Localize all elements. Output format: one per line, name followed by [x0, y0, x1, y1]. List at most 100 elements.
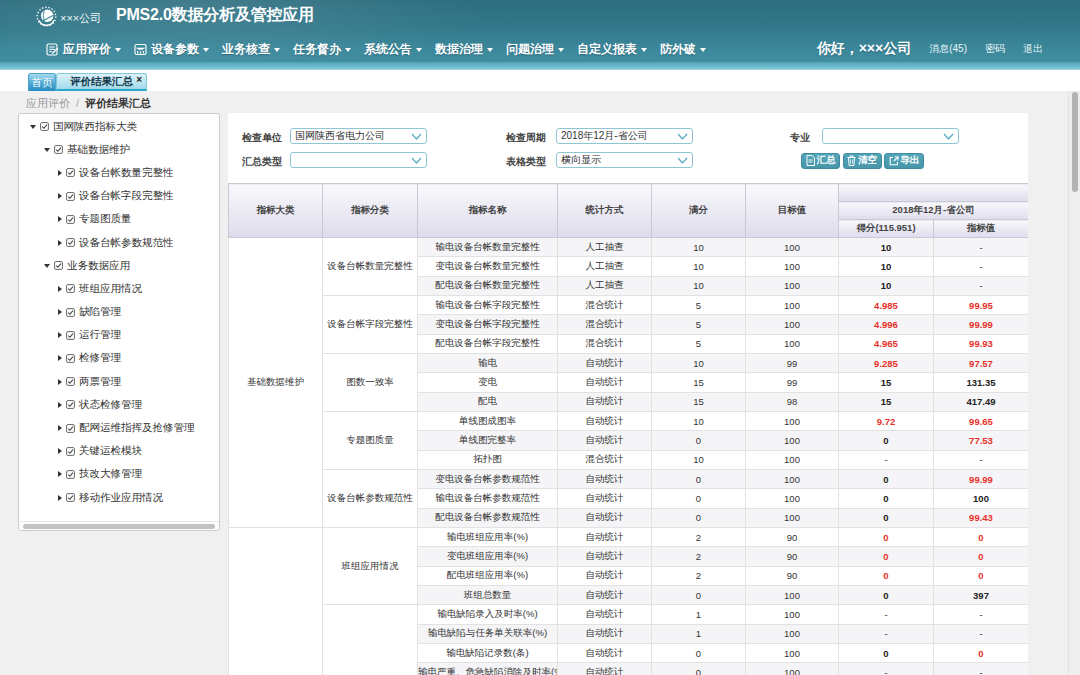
collapse-arrow-icon[interactable]	[58, 309, 62, 315]
collapse-arrow-icon[interactable]	[58, 216, 62, 222]
vertical-scrollbar[interactable]	[1068, 91, 1080, 675]
checkbox-checked-icon[interactable]	[66, 493, 75, 502]
expand-arrow-icon[interactable]	[30, 125, 36, 129]
checkbox-checked-icon[interactable]	[66, 331, 75, 340]
nav-item-5[interactable]: 数据治理	[435, 41, 493, 58]
nav-item-1[interactable]: 设备参数	[134, 41, 209, 58]
breadcrumb-parent[interactable]: 应用评价	[26, 97, 70, 109]
checkbox-checked-icon[interactable]	[66, 400, 75, 409]
collapse-arrow-icon[interactable]	[58, 425, 62, 431]
collapse-arrow-icon[interactable]	[58, 495, 62, 501]
stat-method: 自动统计	[558, 469, 652, 488]
indicator-value: 99.95	[934, 295, 1029, 314]
collapse-arrow-icon[interactable]	[58, 193, 62, 199]
filter-select-2[interactable]	[822, 128, 959, 144]
indicator-name: 配电设备台帐数量完整性	[418, 276, 558, 295]
nav-label: 业务核查	[222, 41, 270, 58]
tree-item-16[interactable]: 移动作业应用情况	[19, 486, 219, 509]
vertical-scrollbar-thumb[interactable]	[1072, 92, 1078, 192]
checkbox-checked-icon[interactable]	[66, 238, 75, 247]
tree-horizontal-scrollbar[interactable]	[19, 521, 219, 530]
clear-button[interactable]: 清空	[843, 153, 882, 169]
tree-item-12[interactable]: 状态检修管理	[19, 393, 219, 416]
tab-close-icon[interactable]: ×	[136, 75, 142, 85]
tree-item-7[interactable]: 班组应用情况	[19, 277, 219, 300]
checkbox-checked-icon[interactable]	[54, 261, 63, 270]
tab-results-summary[interactable]: 评价结果汇总 ×	[56, 73, 147, 91]
tree-item-10[interactable]: 检修管理	[19, 347, 219, 370]
collapse-arrow-icon[interactable]	[58, 240, 62, 246]
nav-item-3[interactable]: 任务督办	[293, 41, 351, 58]
collapse-arrow-icon[interactable]	[58, 286, 62, 292]
nav-label: 设备参数	[151, 41, 199, 58]
checkbox-checked-icon[interactable]	[66, 354, 75, 363]
collapse-arrow-icon[interactable]	[58, 355, 62, 361]
checkbox-checked-icon[interactable]	[66, 447, 75, 456]
filter-select-4[interactable]: 横向显示	[556, 152, 693, 168]
checkbox-checked-icon[interactable]	[40, 122, 49, 131]
tree-item-2[interactable]: 设备台帐数量完整性	[19, 161, 219, 184]
checkbox-checked-icon[interactable]	[66, 284, 75, 293]
checkbox-checked-icon[interactable]	[66, 215, 75, 224]
indicator-name: 配电	[418, 392, 558, 411]
user-link-0[interactable]: 消息(45)	[929, 42, 967, 56]
user-link-1[interactable]: 密码	[985, 42, 1005, 56]
group-cell	[323, 605, 418, 675]
filter-select-1[interactable]: 2018年12月-省公司	[556, 128, 693, 144]
tree-item-3[interactable]: 设备台帐字段完整性	[19, 185, 219, 208]
tree-item-15[interactable]: 技改大修管理	[19, 463, 219, 486]
score-value: -	[839, 450, 934, 469]
checkbox-checked-icon[interactable]	[54, 145, 63, 154]
nav-item-8[interactable]: 防外破	[660, 41, 706, 58]
checkbox-checked-icon[interactable]	[66, 470, 75, 479]
export-button[interactable]: 导出	[884, 153, 924, 169]
checkbox-checked-icon[interactable]	[66, 308, 75, 317]
tree-item-5[interactable]: 设备台帐参数规范性	[19, 231, 219, 254]
indicator-value: 99.99	[934, 315, 1029, 334]
score-value: 10	[839, 257, 934, 276]
tree-item-13[interactable]: 配网运维指挥及抢修管理	[19, 416, 219, 439]
full-score: 0	[652, 431, 746, 450]
tree-scrollbar-thumb[interactable]	[23, 524, 215, 529]
indicator-value: 0	[934, 566, 1029, 585]
nav-item-6[interactable]: 问题治理	[506, 41, 564, 58]
expand-arrow-icon[interactable]	[44, 148, 50, 152]
summarize-button[interactable]: 汇总	[801, 153, 840, 169]
collapse-arrow-icon[interactable]	[58, 471, 62, 477]
collapse-arrow-icon[interactable]	[58, 448, 62, 454]
nav-item-2[interactable]: 业务核查	[222, 41, 280, 58]
tree-item-8[interactable]: 缺陷管理	[19, 301, 219, 324]
tree-item-11[interactable]: 两票管理	[19, 370, 219, 393]
nav-item-4[interactable]: 系统公告	[364, 41, 422, 58]
nav-item-0[interactable]: 应用评价	[46, 41, 121, 58]
tree-item-14[interactable]: 关键运检模块	[19, 440, 219, 463]
tree-item-6[interactable]: 业务数据应用	[19, 254, 219, 277]
expand-arrow-icon[interactable]	[44, 264, 50, 268]
collapse-arrow-icon[interactable]	[58, 379, 62, 385]
indicator-value: 397	[934, 585, 1029, 604]
group-cell: 设备台帐参数规范性	[323, 469, 418, 527]
collapse-arrow-icon[interactable]	[58, 402, 62, 408]
target-value: 90	[746, 547, 839, 566]
collapse-arrow-icon[interactable]	[58, 170, 62, 176]
checkbox-checked-icon[interactable]	[66, 424, 75, 433]
tree-item-0[interactable]: 国网陕西指标大类	[19, 115, 219, 138]
filter-select-0[interactable]: 国网陕西省电力公司	[290, 128, 427, 144]
filter-select-3[interactable]	[290, 152, 427, 168]
checkbox-checked-icon[interactable]	[66, 377, 75, 386]
tree-item-4[interactable]: 专题图质量	[19, 208, 219, 231]
nav-item-7[interactable]: 自定义报表	[577, 41, 647, 58]
score-value: 10	[839, 276, 934, 295]
target-value: 100	[746, 334, 839, 353]
checkbox-checked-icon[interactable]	[66, 192, 75, 201]
tree-item-9[interactable]: 运行管理	[19, 324, 219, 347]
collapse-arrow-icon[interactable]	[58, 332, 62, 338]
group-cell: 班组应用情况	[323, 527, 418, 604]
stat-method: 自动统计	[558, 605, 652, 624]
target-value: 99	[746, 353, 839, 372]
nav-label: 应用评价	[63, 41, 111, 58]
user-link-2[interactable]: 退出	[1023, 42, 1043, 56]
tree-item-1[interactable]: 基础数据维护	[19, 138, 219, 161]
tab-home[interactable]: 首页	[28, 73, 56, 91]
checkbox-checked-icon[interactable]	[66, 168, 75, 177]
